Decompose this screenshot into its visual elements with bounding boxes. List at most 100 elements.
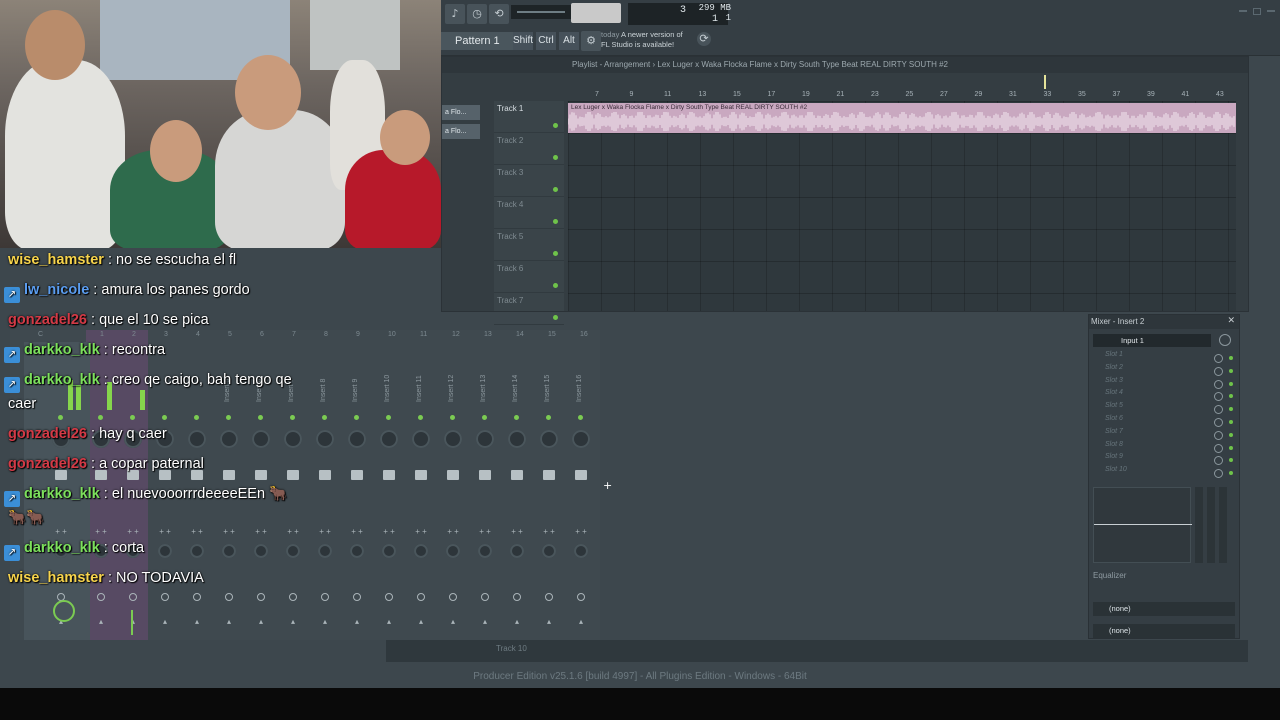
volume-fader[interactable] (511, 470, 523, 480)
effect-slot[interactable]: Slot 7 (1095, 428, 1235, 441)
insert-channel-strip[interactable]: Insert 15 + + ▴ (534, 342, 564, 640)
stereo-route-icon[interactable]: + + (570, 527, 592, 536)
effect-slot[interactable]: Slot 3 (1095, 377, 1235, 390)
route-arrow-icon[interactable]: ▴ (352, 617, 362, 626)
track-mute-led[interactable] (553, 283, 558, 288)
shift-key[interactable]: Shift (513, 32, 533, 50)
picker-item[interactable]: a Flo... (442, 105, 480, 120)
effect-slot[interactable]: Slot 4 (1095, 389, 1235, 402)
insert-channel-strip[interactable]: Insert 14 + + ▴ (502, 342, 532, 640)
channel-led[interactable] (482, 415, 487, 420)
chat-username[interactable]: wise_hamster (8, 570, 104, 586)
stereo-route-icon[interactable]: + + (410, 527, 432, 536)
effect-slot[interactable]: Slot 5 (1095, 402, 1235, 415)
insert-channel-strip[interactable]: Insert 11 + + ▴ (406, 342, 436, 640)
track-mute-led[interactable] (553, 123, 558, 128)
playlist-grid[interactable]: Lex Luger x Waka Flocka Flame x Dirty So… (568, 101, 1236, 311)
stereo-separation-knob[interactable] (574, 544, 588, 558)
route-arrow-icon[interactable]: ▴ (288, 617, 298, 626)
volume-fader[interactable] (543, 470, 555, 480)
send-dot-icon[interactable] (545, 593, 553, 601)
channel-led[interactable] (546, 415, 551, 420)
minimize-icon[interactable] (1239, 10, 1247, 12)
route-arrow-icon[interactable]: ▴ (160, 617, 170, 626)
route-arrow-icon[interactable]: ▴ (96, 617, 106, 626)
channel-led[interactable] (514, 415, 519, 420)
eq-band-mid[interactable] (1207, 487, 1215, 563)
pan-knob[interactable] (444, 430, 462, 448)
chat-username[interactable]: gonzadel26 (8, 456, 87, 472)
metronome-icon[interactable]: ♪ (445, 4, 465, 24)
stereo-separation-knob[interactable] (478, 544, 492, 558)
ctrl-key[interactable]: Ctrl (536, 32, 556, 50)
send-dot-icon[interactable] (513, 593, 521, 601)
playhead-marker[interactable] (1044, 75, 1046, 89)
track-mute-led[interactable] (553, 187, 558, 192)
pattern-selector[interactable]: Pattern 1 (441, 32, 516, 50)
effect-slot[interactable]: Slot 2 (1095, 364, 1235, 377)
pan-knob[interactable] (572, 430, 590, 448)
output-selector[interactable]: (none) (1093, 624, 1235, 638)
chat-username[interactable]: darkko_klk (24, 372, 100, 388)
track-mute-led[interactable] (553, 219, 558, 224)
route-arrow-icon[interactable]: ▴ (480, 617, 490, 626)
channel-led[interactable] (578, 415, 583, 420)
route-arrow-icon[interactable]: ▴ (448, 617, 458, 626)
send-dot-icon[interactable] (577, 593, 585, 601)
chat-username[interactable]: darkko_klk (24, 486, 100, 502)
track-mute-led[interactable] (553, 315, 558, 320)
settings-icon[interactable] (1219, 334, 1231, 346)
eq-band-low[interactable] (1195, 487, 1203, 563)
route-arrow-icon[interactable]: ▴ (512, 617, 522, 626)
stereo-route-icon[interactable]: + + (506, 527, 528, 536)
send-dot-icon[interactable] (481, 593, 489, 601)
alt-key[interactable]: Alt (559, 32, 579, 50)
track-mute-led[interactable] (553, 251, 558, 256)
stereo-route-icon[interactable]: + + (538, 527, 560, 536)
volume-fader[interactable] (479, 470, 491, 480)
route-arrow-icon[interactable]: ▴ (416, 617, 426, 626)
output-selector[interactable]: (none) (1093, 602, 1235, 616)
track-header[interactable]: Track 7 (494, 293, 564, 325)
track-header[interactable]: Track 4 (494, 197, 564, 229)
eq-band-high[interactable] (1219, 487, 1227, 563)
chat-username[interactable]: gonzadel26 (8, 312, 87, 328)
stereo-route-icon[interactable]: + + (442, 527, 464, 536)
route-arrow-icon[interactable]: ▴ (128, 617, 138, 626)
playlist-ruler[interactable]: 7 9 11 13 15 17 19 21 23 25 27 29 31 33 35 37 39 41 43 (567, 89, 1237, 101)
pan-knob[interactable] (476, 430, 494, 448)
close-icon[interactable]: ✕ (1227, 315, 1235, 326)
volume-fader[interactable] (447, 470, 459, 480)
pan-knob[interactable] (540, 430, 558, 448)
chat-username[interactable]: wise_hamster (8, 252, 104, 268)
volume-fader[interactable] (575, 470, 587, 480)
route-arrow-icon[interactable]: ▴ (384, 617, 394, 626)
effect-slot[interactable]: Slot 8 (1095, 441, 1235, 454)
volume-fader[interactable] (415, 470, 427, 480)
effect-slot[interactable]: Slot 9 (1095, 453, 1235, 466)
insert-channel-strip[interactable]: Insert 16 + + ▴ (566, 342, 596, 640)
send-dot-icon[interactable] (385, 593, 393, 601)
chat-username[interactable]: darkko_klk (24, 342, 100, 358)
chat-username[interactable]: lw_nicole (24, 282, 89, 298)
pan-knob[interactable] (412, 430, 430, 448)
close-icon[interactable] (1267, 10, 1275, 12)
track-mute-led[interactable] (553, 155, 558, 160)
input-selector[interactable]: Input 1 (1093, 334, 1211, 347)
maximize-icon[interactable] (1253, 8, 1261, 15)
route-arrow-icon[interactable]: ▴ (256, 617, 266, 626)
track-header[interactable]: Track 5 (494, 229, 564, 261)
route-arrow-icon[interactable]: ▴ (576, 617, 586, 626)
stereo-route-icon[interactable]: + + (474, 527, 496, 536)
channel-led[interactable] (450, 415, 455, 420)
stereo-separation-knob[interactable] (510, 544, 524, 558)
send-dot-icon[interactable] (417, 593, 425, 601)
tempo-display[interactable] (571, 3, 621, 23)
stereo-separation-knob[interactable] (542, 544, 556, 558)
picker-item[interactable]: a Flo... (442, 124, 480, 139)
route-arrow-icon[interactable]: ▴ (544, 617, 554, 626)
track-header[interactable]: Track 6 (494, 261, 564, 293)
stereo-separation-knob[interactable] (446, 544, 460, 558)
effect-slot[interactable]: Slot 1 (1095, 351, 1235, 364)
loop-record-icon[interactable]: ⟲ (489, 4, 509, 24)
